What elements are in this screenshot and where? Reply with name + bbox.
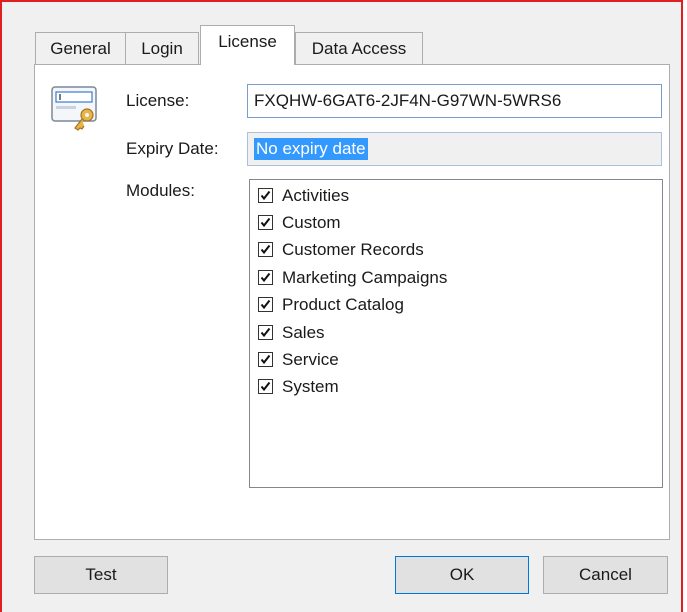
ok-button-label: OK (449, 565, 475, 584)
license-value: FXQHW-6GAT6-2JF4N-G97WN-5WRS6 (254, 91, 562, 110)
checkmark-icon (260, 354, 271, 365)
tab-login[interactable]: Login (125, 32, 199, 64)
ok-button[interactable]: OK (395, 556, 529, 594)
module-label: Activities (282, 185, 350, 205)
list-item[interactable]: Activities (258, 182, 349, 209)
checkbox-custom[interactable] (258, 215, 273, 230)
tab-license-label: License (218, 31, 277, 51)
module-label: Custom (282, 212, 341, 232)
cancel-button[interactable]: Cancel (543, 556, 668, 594)
checkbox-product-catalog[interactable] (258, 297, 273, 312)
module-label: Product Catalog (282, 294, 404, 314)
tab-data-access[interactable]: Data Access (295, 32, 423, 64)
module-label: Marketing Campaigns (282, 267, 448, 287)
list-item[interactable]: Customer Records (258, 236, 424, 263)
checkmark-icon (260, 217, 271, 228)
modules-label: Modules: (126, 181, 195, 200)
license-tab-panel: License: FXQHW-6GAT6-2JF4N-G97WN-5WRS6 E… (34, 64, 670, 540)
module-label: Customer Records (282, 239, 424, 259)
module-label: Service (282, 349, 339, 369)
checkmark-icon (260, 299, 271, 310)
expiry-date-label: Expiry Date: (126, 139, 219, 158)
checkbox-sales[interactable] (258, 325, 273, 340)
license-key-icon (51, 83, 99, 133)
checkbox-activities[interactable] (258, 188, 273, 203)
cancel-button-label: Cancel (579, 565, 632, 584)
expiry-date-field[interactable]: No expiry date (247, 132, 662, 166)
checkmark-icon (260, 190, 271, 201)
dialog-window: General Login License Data Access Licens… (0, 0, 683, 612)
tab-data-access-label: Data Access (311, 38, 407, 58)
list-item[interactable]: Service (258, 346, 339, 373)
tab-general[interactable]: General (35, 32, 126, 64)
list-item[interactable]: System (258, 373, 339, 400)
checkbox-service[interactable] (258, 352, 273, 367)
checkbox-customer-records[interactable] (258, 242, 273, 257)
checkbox-system[interactable] (258, 379, 273, 394)
tab-license[interactable]: License (200, 25, 295, 65)
modules-checklist[interactable]: Activities Custom Customer Records Marke… (249, 179, 663, 488)
tab-general-label: General (50, 38, 111, 58)
list-item[interactable]: Sales (258, 319, 325, 346)
checkmark-icon (260, 272, 271, 283)
license-field[interactable]: FXQHW-6GAT6-2JF4N-G97WN-5WRS6 (247, 84, 662, 118)
checkbox-marketing-campaigns[interactable] (258, 270, 273, 285)
test-button[interactable]: Test (34, 556, 168, 594)
module-label: System (282, 376, 339, 396)
module-label: Sales (282, 322, 325, 342)
checkmark-icon (260, 381, 271, 392)
test-button-label: Test (85, 565, 117, 584)
license-label: License: (126, 91, 190, 110)
checkmark-icon (260, 244, 271, 255)
expiry-date-value: No expiry date (254, 138, 368, 160)
list-item[interactable]: Custom (258, 209, 341, 236)
list-item[interactable]: Marketing Campaigns (258, 264, 447, 291)
list-item[interactable]: Product Catalog (258, 291, 404, 318)
tab-login-label: Login (141, 38, 183, 58)
checkmark-icon (260, 327, 271, 338)
